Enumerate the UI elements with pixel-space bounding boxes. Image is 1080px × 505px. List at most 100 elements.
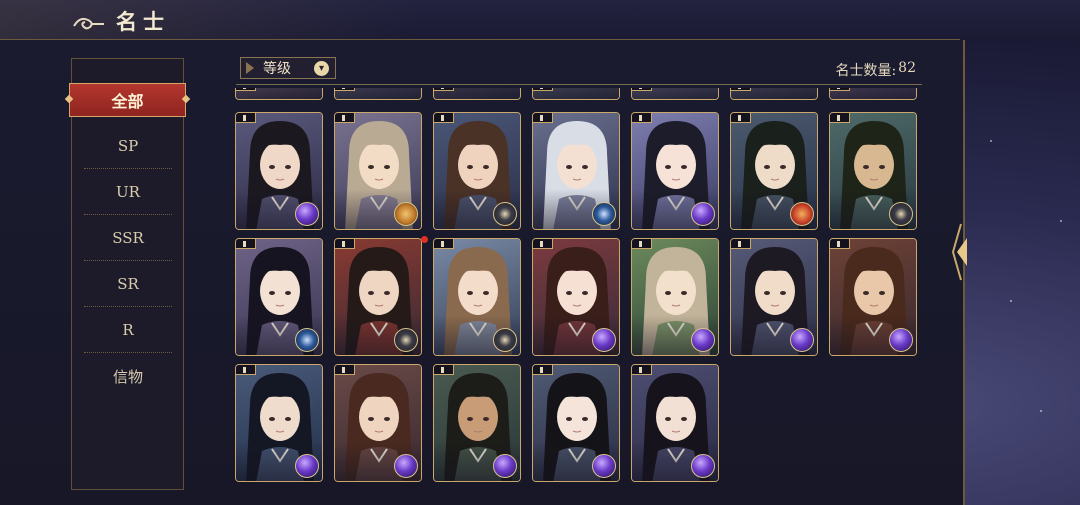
sidebar-item-ur[interactable]: UR — [84, 169, 172, 215]
sidebar-item-label: 信物 — [112, 367, 143, 386]
character-card[interactable] — [532, 364, 620, 482]
level-tag — [533, 239, 553, 249]
character-card[interactable] — [829, 112, 917, 230]
character-card-partial[interactable] — [730, 88, 818, 100]
level-tag — [632, 365, 652, 375]
level-tag — [731, 88, 751, 91]
header-decoration — [0, 0, 420, 40]
level-tag — [434, 365, 454, 375]
character-card[interactable] — [235, 112, 323, 230]
level-tag — [830, 88, 850, 91]
level-tag — [731, 113, 751, 123]
purple-orb-icon — [592, 328, 616, 352]
eye-emblem-blue-icon — [295, 328, 319, 352]
level-tag — [632, 88, 652, 91]
top-header: 名士 — [0, 0, 1080, 40]
cloud-swirl-icon — [73, 17, 104, 30]
character-card[interactable] — [433, 238, 521, 356]
level-tag — [335, 113, 355, 123]
sidebar-item-token[interactable]: 信物 — [84, 353, 172, 399]
eye-emblem-icon — [493, 202, 517, 226]
level-tag — [335, 88, 355, 91]
level-tag — [236, 365, 256, 375]
category-sidebar: 全部 SP UR SSR SR R 信物 — [69, 58, 186, 490]
level-tag — [632, 239, 652, 249]
character-card[interactable] — [334, 112, 422, 230]
dropdown-lead-icon — [246, 62, 254, 74]
purple-orb-icon — [295, 202, 319, 226]
character-card[interactable] — [631, 364, 719, 482]
sidebar-item-all[interactable]: 全部 — [69, 83, 186, 117]
level-tag — [533, 113, 553, 123]
character-card[interactable] — [730, 238, 818, 356]
level-tag — [533, 88, 553, 91]
purple-orb-icon — [691, 454, 715, 478]
character-card[interactable] — [433, 112, 521, 230]
sort-dropdown[interactable]: 等级 ▾ — [240, 57, 336, 79]
level-tag — [830, 239, 850, 249]
character-card-partial[interactable] — [829, 88, 917, 100]
character-grid — [232, 88, 922, 483]
roster-count: 名士数量: 82 — [790, 60, 916, 80]
purple-orb-icon — [790, 328, 814, 352]
purple-orb-icon — [295, 454, 319, 478]
notification-dot — [421, 236, 428, 243]
sidebar-item-ssr[interactable]: SSR — [84, 215, 172, 261]
character-card-partial[interactable] — [235, 88, 323, 100]
sidebar-item-r[interactable]: R — [84, 307, 172, 353]
character-card[interactable] — [829, 238, 917, 356]
page-title: 名士 — [116, 9, 170, 34]
sun-emblem-red-icon — [790, 202, 814, 226]
character-card-partial[interactable] — [334, 88, 422, 100]
eye-emblem-icon — [889, 202, 913, 226]
purple-orb-icon — [394, 454, 418, 478]
character-card-partial[interactable] — [532, 88, 620, 100]
level-tag — [434, 88, 454, 91]
count-label: 名士数量: — [835, 63, 897, 79]
level-tag — [830, 113, 850, 123]
star — [990, 140, 992, 142]
character-card[interactable] — [631, 112, 719, 230]
sidebar-item-sp[interactable]: SP — [84, 123, 172, 169]
sun-emblem-icon — [394, 202, 418, 226]
purple-orb-icon — [493, 454, 517, 478]
chevron-down-icon: ▾ — [314, 61, 329, 76]
character-card[interactable] — [235, 364, 323, 482]
character-card[interactable] — [334, 364, 422, 482]
character-card[interactable] — [532, 238, 620, 356]
level-tag — [335, 239, 355, 249]
eye-emblem-icon — [493, 328, 517, 352]
sidebar-item-label: R — [122, 320, 134, 339]
character-card[interactable] — [334, 238, 422, 356]
sidebar-item-label: 全部 — [111, 92, 144, 111]
level-tag — [434, 239, 454, 249]
character-card[interactable] — [730, 112, 818, 230]
purple-orb-icon — [691, 328, 715, 352]
star — [1040, 410, 1042, 412]
level-tag — [236, 88, 256, 91]
character-card[interactable] — [433, 364, 521, 482]
level-tag — [533, 365, 553, 375]
level-tag — [731, 239, 751, 249]
collapse-toggle-icon[interactable] — [947, 222, 971, 282]
character-card[interactable] — [631, 238, 719, 356]
character-card-partial[interactable] — [631, 88, 719, 100]
sidebar-item-label: SP — [117, 136, 139, 155]
purple-orb-icon — [592, 454, 616, 478]
eye-emblem-icon — [394, 328, 418, 352]
star — [1010, 300, 1012, 302]
sort-label: 等级 — [263, 61, 291, 77]
level-tag — [335, 365, 355, 375]
eye-emblem-blue-icon — [592, 202, 616, 226]
character-card-partial[interactable] — [433, 88, 521, 100]
purple-orb-icon — [889, 328, 913, 352]
toolbar-divider — [236, 84, 922, 85]
sidebar-item-sr[interactable]: SR — [84, 261, 172, 307]
sidebar-item-label: SR — [117, 274, 139, 293]
character-card[interactable] — [235, 238, 323, 356]
level-tag — [236, 239, 256, 249]
star — [1060, 220, 1062, 222]
level-tag — [236, 113, 256, 123]
level-tag — [434, 113, 454, 123]
character-card[interactable] — [532, 112, 620, 230]
